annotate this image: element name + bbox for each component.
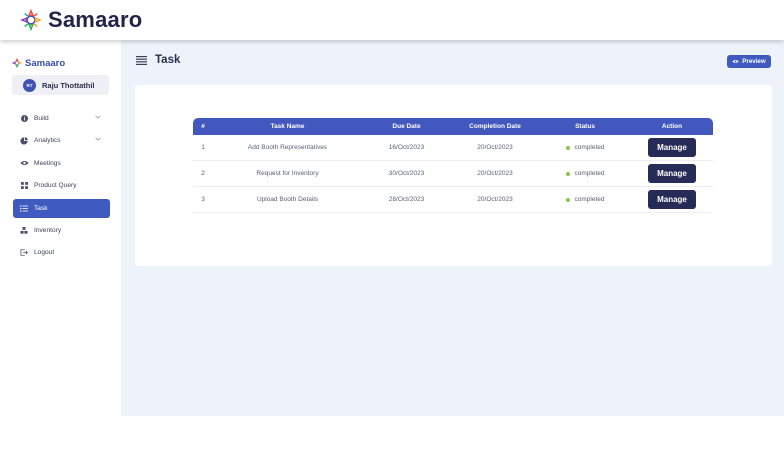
sidebar-item-label: Analytics xyxy=(34,137,61,145)
action-cell: Manage xyxy=(631,138,713,157)
column-header-due-date: Due Date xyxy=(392,123,421,130)
sidebar-item-inventory[interactable]: Inventory xyxy=(13,221,110,240)
sidebar-item-logout[interactable]: Logout xyxy=(13,243,110,262)
due-date: 16/Oct/2023 xyxy=(388,144,425,151)
row-number: 2 xyxy=(201,170,205,177)
preview-label: Preview xyxy=(742,58,766,65)
menu-icon[interactable] xyxy=(136,54,148,66)
table-row: 2 Request for Inventory 30/Oct/2023 20/O… xyxy=(193,161,713,187)
status-dot-icon xyxy=(565,197,570,202)
task-card: # Task Name Due Date Completion Date Sta… xyxy=(135,85,772,266)
row-number: 1 xyxy=(201,144,205,151)
sidebar-item-meetings[interactable]: Meetings xyxy=(13,154,110,173)
task-name: Upload Booth Details xyxy=(256,196,319,203)
user-name: Raju Thottathil xyxy=(42,80,95,90)
column-header-action: Action xyxy=(661,123,683,130)
table-row: 1 Add Booth Representatives 16/Oct/2023 … xyxy=(193,135,713,161)
status-dot-icon xyxy=(565,171,570,176)
task-name: Request for Inventory xyxy=(256,170,319,177)
completion-date: 20/Oct/2023 xyxy=(477,170,513,177)
page-header: Task xyxy=(136,54,180,66)
sidebar-item-label: Inventory xyxy=(34,226,62,234)
due-date: 28/Oct/2023 xyxy=(388,196,425,203)
list-icon xyxy=(19,203,29,213)
column-header-number: # xyxy=(201,123,205,130)
samaaro-logo-icon[interactable] xyxy=(20,9,42,31)
status-dot-icon xyxy=(565,145,570,150)
due-date: 30/Oct/2023 xyxy=(388,170,425,177)
column-header-completion-date: Completion Date xyxy=(469,123,521,130)
manage-button[interactable]: Manage xyxy=(648,164,696,183)
task-table: # Task Name Due Date Completion Date Sta… xyxy=(193,118,713,213)
sidebar-item-label: Task xyxy=(34,204,48,212)
samaaro-logo-small-icon xyxy=(12,58,22,68)
eye-icon xyxy=(732,59,740,64)
boxes-icon xyxy=(19,225,29,235)
top-bar: Samaaro xyxy=(0,0,784,40)
logout-icon xyxy=(19,248,29,258)
status-badge: completed xyxy=(539,196,631,203)
sidebar-item-analytics[interactable]: Analytics xyxy=(13,131,110,150)
sidebar: Samaaro RT Raju Thottathil Build Analyti… xyxy=(0,40,122,416)
status-text: completed xyxy=(574,196,605,203)
column-header-status: Status xyxy=(575,123,595,130)
sidebar-item-task[interactable]: Task xyxy=(13,198,110,218)
eye-icon xyxy=(19,158,29,168)
action-cell: Manage xyxy=(631,190,713,209)
sidebar-nav: Build Analytics Meetings Product Query T… xyxy=(13,109,110,266)
action-cell: Manage xyxy=(631,164,713,183)
manage-button[interactable]: Manage xyxy=(648,190,696,209)
status-text: completed xyxy=(574,170,605,177)
completion-date: 20/Oct/2023 xyxy=(477,196,513,203)
sidebar-item-label: Product Query xyxy=(34,182,77,190)
sidebar-brand: Samaaro xyxy=(12,57,121,69)
manage-button[interactable]: Manage xyxy=(648,138,696,157)
chevron-down-icon xyxy=(95,115,101,119)
page-title: Task xyxy=(155,54,181,66)
main-content: Task Preview # Task Name Due Date Comple… xyxy=(122,40,784,416)
pie-chart-icon xyxy=(19,136,29,146)
sidebar-item-product-query[interactable]: Product Query xyxy=(13,176,110,195)
column-header-task-name: Task Name xyxy=(270,123,305,130)
status-badge: completed xyxy=(539,144,631,151)
sidebar-item-label: Logout xyxy=(34,249,55,257)
sidebar-item-label: Build xyxy=(34,115,49,122)
sidebar-brand-name: Samaaro xyxy=(25,57,66,69)
grid-icon xyxy=(19,181,29,191)
brand-name: Samaaro xyxy=(48,7,143,32)
sidebar-item-label: Meetings xyxy=(34,159,61,167)
avatar: RT xyxy=(23,78,36,92)
table-header: # Task Name Due Date Completion Date Sta… xyxy=(193,118,713,135)
completion-date: 20/Oct/2023 xyxy=(477,144,513,151)
status-badge: completed xyxy=(539,170,631,177)
chevron-down-icon xyxy=(95,137,101,142)
row-number: 3 xyxy=(201,196,205,203)
info-icon xyxy=(19,114,29,124)
user-chip[interactable]: RT Raju Thottathil xyxy=(12,75,109,95)
task-name: Add Booth Representatives xyxy=(247,144,328,151)
sidebar-item-build[interactable]: Build xyxy=(13,109,110,128)
table-row: 3 Upload Booth Details 28/Oct/2023 20/Oc… xyxy=(193,187,713,213)
preview-button[interactable]: Preview xyxy=(727,55,771,68)
status-text: completed xyxy=(574,144,605,151)
